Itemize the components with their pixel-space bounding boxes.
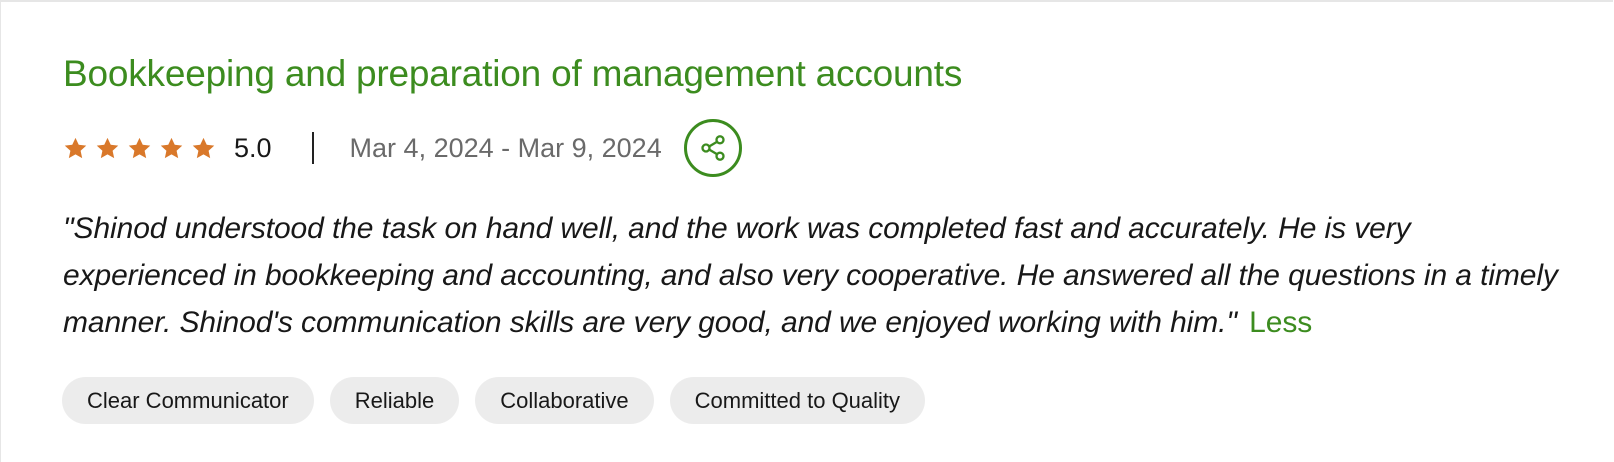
star-icon <box>159 136 184 161</box>
share-button[interactable] <box>683 119 742 177</box>
review-card: Bookkeeping and preparation of managemen… <box>0 0 1613 462</box>
review-title: Bookkeeping and preparation of managemen… <box>63 53 963 94</box>
star-icon <box>191 136 216 161</box>
skill-tags: Clear Communicator Reliable Collaborativ… <box>62 377 926 424</box>
less-link[interactable]: Less <box>1249 306 1312 339</box>
tag-clear-communicator: Clear Communicator <box>62 377 314 424</box>
meta-divider <box>311 132 314 164</box>
rating-value: 5.0 <box>234 132 272 163</box>
tag-committed-to-quality: Committed to Quality <box>669 377 926 424</box>
share-icon <box>699 134 727 162</box>
star-icon <box>63 136 88 161</box>
star-rating <box>63 136 216 161</box>
tag-reliable: Reliable <box>329 377 460 424</box>
review-quote-text: "Shinod understood the task on hand well… <box>63 212 1558 339</box>
review-meta-row: 5.0 Mar 4, 2024 - Mar 9, 2024 <box>63 116 742 180</box>
review-quote: "Shinod understood the task on hand well… <box>63 205 1573 346</box>
date-range: Mar 4, 2024 - Mar 9, 2024 <box>349 132 662 163</box>
tag-collaborative: Collaborative <box>475 377 654 424</box>
star-icon <box>95 136 120 161</box>
star-icon <box>127 136 152 161</box>
